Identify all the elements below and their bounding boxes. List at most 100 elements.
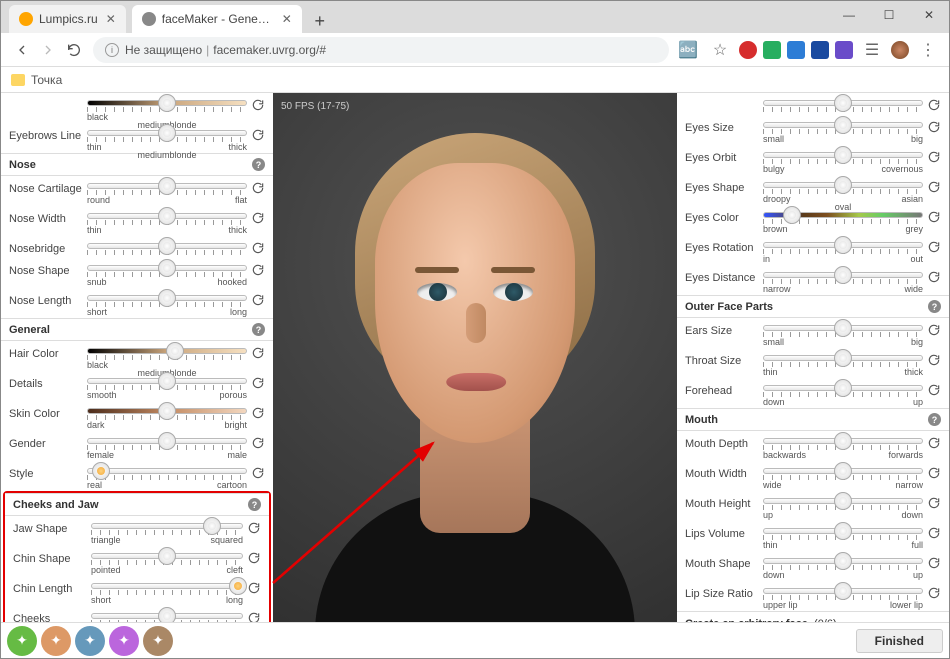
reset-icon[interactable] bbox=[251, 346, 267, 362]
reset-icon[interactable] bbox=[927, 210, 943, 226]
reset-icon[interactable] bbox=[251, 466, 267, 482]
slider[interactable]: thinfull bbox=[763, 524, 923, 550]
reset-icon[interactable] bbox=[927, 120, 943, 136]
slider[interactable]: thinthick bbox=[763, 351, 923, 377]
bookmark-item[interactable]: Точка bbox=[31, 73, 62, 87]
slider[interactable]: inout bbox=[763, 238, 923, 264]
reset-icon[interactable] bbox=[251, 128, 267, 144]
help-icon[interactable]: ? bbox=[248, 498, 261, 511]
slider[interactable] bbox=[87, 239, 247, 255]
reset-icon[interactable] bbox=[927, 466, 943, 482]
slider[interactable]: browngrey bbox=[763, 208, 923, 234]
reset-icon[interactable] bbox=[927, 98, 943, 114]
reset-icon[interactable] bbox=[251, 181, 267, 197]
help-icon[interactable]: ? bbox=[252, 158, 265, 171]
slider[interactable]: thinthick mediumblonde bbox=[87, 126, 247, 152]
reset-icon[interactable] bbox=[927, 150, 943, 166]
slider[interactable]: smallbig bbox=[763, 118, 923, 144]
reset-icon[interactable] bbox=[927, 270, 943, 286]
help-icon[interactable]: ? bbox=[928, 413, 941, 426]
reset-icon[interactable] bbox=[247, 551, 263, 567]
reset-icon[interactable] bbox=[927, 496, 943, 512]
reset-icon[interactable] bbox=[251, 436, 267, 452]
slider[interactable]: realcartoon bbox=[87, 464, 247, 490]
slider[interactable]: smallbig bbox=[763, 321, 923, 347]
slider[interactable]: updown bbox=[763, 494, 923, 520]
address-field[interactable]: i Не защищено | facemaker.uvrg.org/# bbox=[93, 37, 669, 63]
slider[interactable]: snubhooked bbox=[87, 261, 247, 287]
maximize-button[interactable]: ☐ bbox=[869, 1, 909, 29]
slider[interactable]: black mediumblonde bbox=[87, 344, 247, 370]
back-button[interactable] bbox=[9, 37, 35, 63]
close-icon[interactable]: ✕ bbox=[282, 12, 292, 26]
reset-icon[interactable] bbox=[251, 293, 267, 309]
close-icon[interactable]: ✕ bbox=[106, 12, 116, 26]
minimize-button[interactable]: — bbox=[829, 1, 869, 29]
slider[interactable]: narrowwide bbox=[763, 268, 923, 294]
reading-list-icon[interactable]: ☰ bbox=[859, 37, 885, 63]
slider[interactable]: darkbright bbox=[87, 404, 247, 430]
reset-icon[interactable] bbox=[927, 180, 943, 196]
ext-green-icon[interactable] bbox=[763, 41, 781, 59]
ext-opera-icon[interactable] bbox=[739, 41, 757, 59]
reset-icon[interactable] bbox=[251, 376, 267, 392]
slider[interactable]: black mediumblonde bbox=[87, 96, 247, 122]
ext-purple-icon[interactable] bbox=[835, 41, 853, 59]
tab-lumpics[interactable]: Lumpics.ru ✕ bbox=[9, 5, 126, 33]
star-icon[interactable]: ☆ bbox=[707, 37, 733, 63]
slider[interactable]: droopyasian oval bbox=[763, 178, 923, 204]
ext-shield-icon[interactable] bbox=[811, 41, 829, 59]
info-icon[interactable]: i bbox=[105, 43, 119, 57]
reset-icon[interactable] bbox=[251, 263, 267, 279]
reset-icon[interactable] bbox=[251, 241, 267, 257]
slider[interactable]: backwardsforwards bbox=[763, 434, 923, 460]
slider[interactable]: smoothporous bbox=[87, 374, 247, 400]
slider-row bbox=[677, 93, 949, 115]
help-icon[interactable]: ? bbox=[252, 323, 265, 336]
slider[interactable]: shortlong bbox=[91, 579, 243, 605]
close-window-button[interactable]: ✕ bbox=[909, 1, 949, 29]
help-icon[interactable]: ? bbox=[928, 300, 941, 313]
slider[interactable]: bulgycovernous bbox=[763, 148, 923, 174]
slider-label: Gender bbox=[9, 434, 87, 450]
reset-icon[interactable] bbox=[251, 98, 267, 114]
slider-label: Eyes Distance bbox=[685, 268, 763, 284]
tab-facemaker[interactable]: faceMaker - Generate your favou ✕ bbox=[132, 5, 302, 33]
slider-label: Nosebridge bbox=[9, 239, 87, 255]
ext-blue-icon[interactable] bbox=[787, 41, 805, 59]
reset-icon[interactable] bbox=[927, 323, 943, 339]
slider[interactable]: trianglesquared bbox=[91, 519, 243, 545]
slider[interactable]: shortlong bbox=[87, 291, 247, 317]
translate-icon[interactable]: 🔤 bbox=[675, 37, 701, 63]
slider-label: Mouth Depth bbox=[685, 434, 763, 450]
forward-button[interactable] bbox=[35, 37, 61, 63]
slider[interactable]: pointedcleft bbox=[91, 549, 243, 575]
slider[interactable]: roundflat bbox=[87, 179, 247, 205]
reset-icon[interactable] bbox=[927, 556, 943, 572]
reset-icon[interactable] bbox=[247, 581, 263, 597]
reset-icon[interactable] bbox=[251, 406, 267, 422]
slider[interactable]: upper liplower lip bbox=[763, 584, 923, 610]
slider[interactable]: femalemale bbox=[87, 434, 247, 460]
slider-row: Mouth Shape downup bbox=[677, 551, 949, 581]
slider[interactable]: widenarrow bbox=[763, 464, 923, 490]
reset-icon[interactable] bbox=[927, 383, 943, 399]
menu-icon[interactable]: ⋮ bbox=[915, 37, 941, 63]
slider[interactable]: downup bbox=[763, 554, 923, 580]
slider-row: Nosebridge bbox=[1, 236, 273, 258]
reset-icon[interactable] bbox=[927, 353, 943, 369]
slider[interactable] bbox=[763, 96, 923, 112]
reset-icon[interactable] bbox=[927, 436, 943, 452]
slider[interactable]: thinthick bbox=[87, 209, 247, 235]
reset-icon[interactable] bbox=[927, 586, 943, 602]
slider[interactable]: downup bbox=[763, 381, 923, 407]
new-tab-button[interactable]: + bbox=[308, 9, 332, 33]
reset-icon[interactable] bbox=[927, 526, 943, 542]
reset-icon[interactable] bbox=[251, 211, 267, 227]
finished-button[interactable]: Finished bbox=[856, 629, 943, 653]
viewport-3d[interactable]: 50 FPS (17-75) bbox=[273, 93, 677, 658]
reset-icon[interactable] bbox=[247, 521, 263, 537]
reset-icon[interactable] bbox=[927, 240, 943, 256]
reload-button[interactable] bbox=[61, 37, 87, 63]
profile-avatar[interactable] bbox=[891, 41, 909, 59]
